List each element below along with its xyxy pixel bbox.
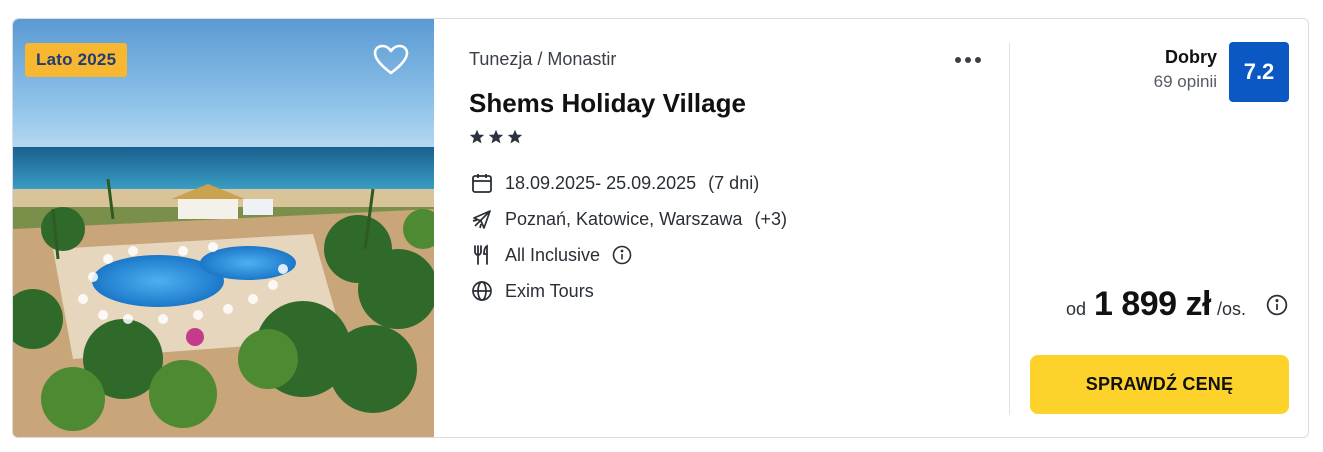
more-dots-icon xyxy=(965,57,971,63)
duration-text: (7 dni) xyxy=(708,172,760,193)
favorite-button[interactable] xyxy=(370,39,412,81)
operator-text: Exim Tours xyxy=(505,280,594,301)
price-row: od 1 899 zł /os. xyxy=(1066,285,1288,324)
price-info-icon[interactable] xyxy=(1266,294,1288,316)
hotel-photo-image xyxy=(13,19,434,437)
board-row: All Inclusive xyxy=(469,242,632,268)
check-price-button[interactable]: SPRAWDŹ CENĘ xyxy=(1030,355,1289,414)
globe-icon xyxy=(469,278,495,304)
airports-more[interactable]: (+3) xyxy=(754,209,787,230)
rating-score-badge: 7.2 xyxy=(1229,42,1289,102)
price-suffix: /os. xyxy=(1216,299,1246,319)
location: Tunezja / Monastir xyxy=(469,49,617,69)
star-icon xyxy=(469,129,485,144)
offer-card[interactable]: Lato 2025 Tunezja / Monastir Shems Holid… xyxy=(12,18,1309,438)
more-dots-icon xyxy=(975,57,981,63)
hotel-stars xyxy=(469,129,523,145)
season-badge: Lato 2025 xyxy=(25,43,128,77)
price-value: 1 899 zł xyxy=(1094,285,1211,323)
star-icon xyxy=(507,129,523,144)
plane-icon xyxy=(469,206,495,232)
airports-text: Poznań, Katowice, Warszawa xyxy=(505,208,743,229)
board-text: All Inclusive xyxy=(505,244,601,265)
airports-row: Poznań, Katowice, Warszawa (+3) xyxy=(469,206,787,232)
calendar-icon xyxy=(469,170,495,196)
more-dots-icon xyxy=(955,57,961,63)
heart-icon xyxy=(373,44,409,75)
hotel-name[interactable]: Shems Holiday Village xyxy=(469,88,746,119)
price-prefix: od xyxy=(1065,299,1086,319)
column-divider xyxy=(1009,43,1010,415)
dates-row: 18.09.2025- 25.09.2025 (7 dni) xyxy=(469,170,759,196)
rating-label: Dobry xyxy=(1164,47,1217,67)
hotel-photo[interactable]: Lato 2025 xyxy=(13,19,434,437)
star-icon xyxy=(488,129,504,144)
dates-text: 18.09.2025- 25.09.2025 xyxy=(505,172,697,193)
rating-block[interactable]: Dobry 69 opinii 7.2 xyxy=(1154,42,1289,102)
offer-details: Tunezja / Monastir Shems Holiday Village… xyxy=(469,19,1009,437)
board-info-icon[interactable] xyxy=(612,245,632,265)
cutlery-icon xyxy=(469,242,495,268)
more-options-button[interactable] xyxy=(951,49,985,71)
operator-row: Exim Tours xyxy=(469,278,594,304)
rating-count[interactable]: 69 opinii xyxy=(1154,72,1217,92)
